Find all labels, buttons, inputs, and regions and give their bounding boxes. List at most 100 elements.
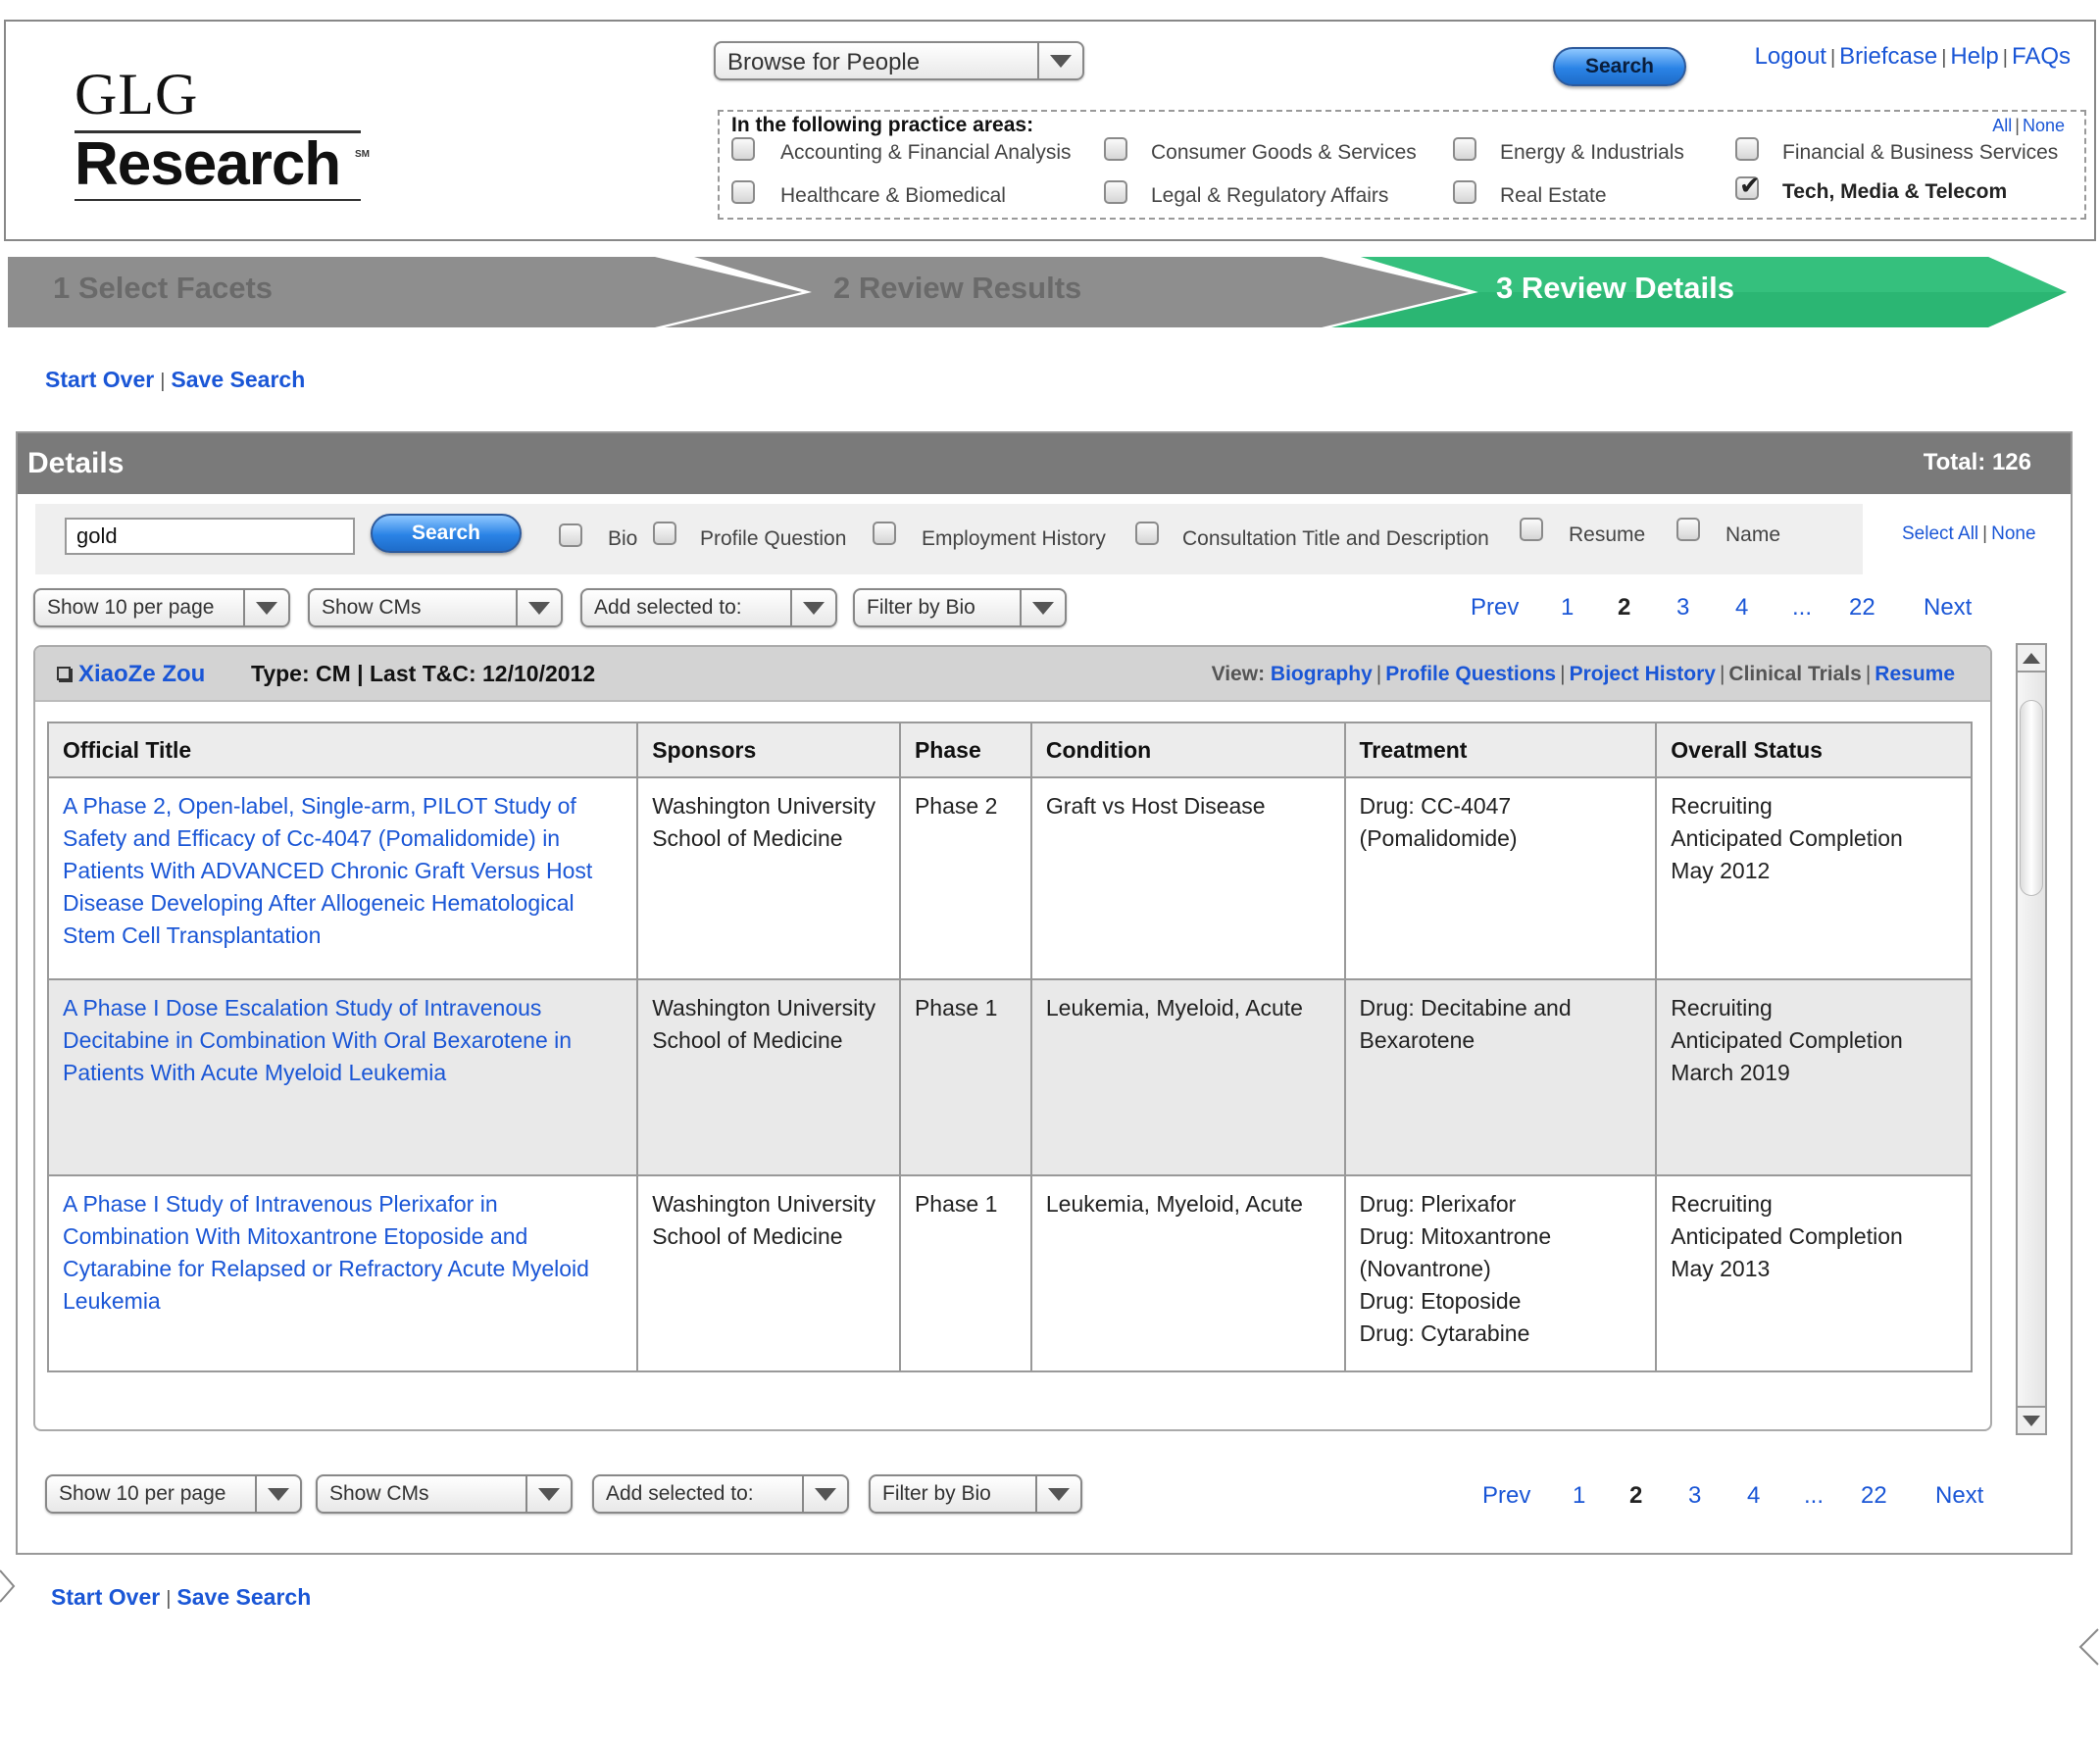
save-search-link-bottom[interactable]: Save Search xyxy=(176,1584,311,1610)
scroll-down-button[interactable] xyxy=(2018,1406,2045,1433)
pager-top-prev[interactable]: Prev xyxy=(1471,594,1519,622)
practice-checkbox-consumer[interactable] xyxy=(1104,137,1127,161)
cell-treatment: Drug: Plerixafor Drug: Mitoxantrone (Nov… xyxy=(1343,1174,1658,1372)
chevron-down-icon xyxy=(525,1476,571,1512)
view-profile-questions-link[interactable]: Profile Questions xyxy=(1385,663,1556,685)
column-header-condition: Condition xyxy=(1029,722,1346,778)
fields-select-all-link[interactable]: Select All xyxy=(1902,523,1978,544)
field-checkbox-consultation[interactable] xyxy=(1135,522,1159,545)
result-name[interactable]: XiaoZe Zou xyxy=(57,661,205,688)
pager-bottom-page-2: 2 xyxy=(1629,1482,1643,1509)
pager-bottom-page-1[interactable]: 1 xyxy=(1573,1482,1585,1510)
show-select-top[interactable]: Show CMs xyxy=(308,588,563,627)
practice-checkbox-accounting[interactable] xyxy=(731,137,755,161)
results-scrollbar[interactable] xyxy=(2016,643,2047,1435)
treatment-line: Drug: CC-4047 xyxy=(1359,793,1512,819)
add-selected-select-bottom[interactable]: Add selected to: xyxy=(592,1474,849,1514)
step-1-select-facets[interactable]: 1 Select Facets xyxy=(53,271,273,306)
practice-checkbox-energy[interactable] xyxy=(1453,137,1476,161)
treatment-line: Bexarotene xyxy=(1359,1027,1475,1053)
header-search-button[interactable]: Search xyxy=(1553,47,1686,86)
view-biography-link[interactable]: Biography xyxy=(1271,663,1373,685)
pager-bottom-page-4[interactable]: 4 xyxy=(1747,1482,1760,1510)
practice-none-link[interactable]: None xyxy=(2023,116,2065,135)
briefcase-link[interactable]: Briefcase xyxy=(1839,43,1937,70)
start-over-link[interactable]: Start Over xyxy=(45,367,154,392)
pager-bottom-prev[interactable]: Prev xyxy=(1482,1482,1530,1510)
start-over-link-bottom[interactable]: Start Over xyxy=(51,1584,160,1610)
details-title: Details xyxy=(27,447,125,479)
pager-top-page-1[interactable]: 1 xyxy=(1561,594,1574,622)
practice-label-energy: Energy & Industrials xyxy=(1500,141,1684,164)
logo-line2: Research xyxy=(75,130,341,198)
pager-bottom-page-3[interactable]: 3 xyxy=(1688,1482,1701,1510)
per-page-select-bottom[interactable]: Show 10 per page xyxy=(45,1474,302,1514)
save-search-link[interactable]: Save Search xyxy=(171,367,305,392)
logo-line1: GLG xyxy=(75,62,199,126)
view-project-history-link[interactable]: Project History xyxy=(1570,663,1716,685)
filter-select-bottom[interactable]: Filter by Bio xyxy=(869,1474,1082,1514)
pager-top-next[interactable]: Next xyxy=(1924,594,1972,622)
faqs-link[interactable]: FAQs xyxy=(2012,43,2071,70)
browse-select[interactable]: Browse for People xyxy=(714,41,1084,80)
per-page-select-top[interactable]: Show 10 per page xyxy=(33,588,290,627)
fields-none-link[interactable]: None xyxy=(1991,523,2035,544)
field-checkbox-bio[interactable] xyxy=(559,523,582,547)
per-page-select-top-value: Show 10 per page xyxy=(47,596,215,619)
pager-bottom-page-22[interactable]: 22 xyxy=(1861,1482,1887,1510)
keyword-search-input[interactable]: gold xyxy=(65,518,355,555)
scroll-thumb[interactable] xyxy=(2020,700,2043,896)
details-total: Total: 126 xyxy=(1923,449,2031,475)
pager-bottom-next[interactable]: Next xyxy=(1935,1482,1983,1510)
cell-phase: Phase 2 xyxy=(898,776,1032,980)
select-checkbox-icon[interactable] xyxy=(57,667,71,680)
pager-top-page-22[interactable]: 22 xyxy=(1849,594,1875,622)
practice-areas-title: In the following practice areas: xyxy=(731,114,1034,136)
view-resume-link[interactable]: Resume xyxy=(1875,663,1955,685)
cell-sponsor: Washington University School of Medicine xyxy=(636,776,901,980)
field-checkbox-profile-question[interactable] xyxy=(653,522,676,545)
step-2-review-results[interactable]: 2 Review Results xyxy=(833,271,1081,306)
filter-select-top[interactable]: Filter by Bio xyxy=(853,588,1067,627)
practice-all-link[interactable]: All xyxy=(1992,116,2012,135)
trial-title-link[interactable]: A Phase 2, Open-label, Single-arm, PILOT… xyxy=(63,793,592,948)
cell-official-title: A Phase I Study of Intravenous Plerixafo… xyxy=(46,1174,639,1372)
view-label: View: xyxy=(1211,663,1266,685)
per-page-select-bottom-value: Show 10 per page xyxy=(59,1482,226,1505)
top-actions: Start Over | Save Search xyxy=(45,367,306,392)
practice-checkbox-healthcare[interactable] xyxy=(731,180,755,204)
practice-checkbox-financial[interactable] xyxy=(1735,137,1759,161)
table-row: A Phase 2, Open-label, Single-arm, PILOT… xyxy=(46,776,1973,980)
view-clinical-trials-current: Clinical Trials xyxy=(1728,663,1862,685)
cell-condition: Leukemia, Myeloid, Acute xyxy=(1029,1174,1346,1372)
practice-label-tech: Tech, Media & Telecom xyxy=(1782,180,2008,203)
logout-link[interactable]: Logout xyxy=(1755,43,1826,70)
scroll-up-button[interactable] xyxy=(2018,645,2045,672)
show-select-bottom[interactable]: Show CMs xyxy=(316,1474,573,1514)
pager-top-page-3[interactable]: 3 xyxy=(1676,594,1689,622)
trial-title-link[interactable]: A Phase I Study of Intravenous Plerixafo… xyxy=(63,1191,589,1314)
practice-label-real-estate: Real Estate xyxy=(1500,184,1607,207)
practice-checkbox-tech[interactable]: ✔ xyxy=(1735,173,1761,200)
add-selected-select-top[interactable]: Add selected to: xyxy=(580,588,837,627)
field-checkbox-name[interactable] xyxy=(1676,518,1700,541)
fields-select-all-none: Select All | None xyxy=(1902,523,2036,544)
arrow-down-icon xyxy=(2023,1415,2040,1426)
field-checkbox-employment-history[interactable] xyxy=(873,522,896,545)
cell-treatment: Drug: Decitabine and Bexarotene xyxy=(1343,978,1658,1176)
logo-service-mark: SM xyxy=(355,149,370,160)
pager-top-page-2: 2 xyxy=(1618,594,1631,621)
result-name-link[interactable]: XiaoZe Zou xyxy=(78,661,205,687)
pager-top-page-4[interactable]: 4 xyxy=(1735,594,1748,622)
keyword-search-button[interactable]: Search xyxy=(371,514,522,553)
field-checkbox-resume[interactable] xyxy=(1520,518,1543,541)
practice-label-consumer: Consumer Goods & Services xyxy=(1151,141,1417,164)
practice-checkbox-real-estate[interactable] xyxy=(1453,180,1476,204)
glg-logo[interactable]: GLG Research SM xyxy=(75,61,370,218)
step-3-review-details[interactable]: 3 Review Details xyxy=(1496,271,1734,306)
treatment-line: (Novantrone) xyxy=(1359,1256,1491,1281)
trial-title-link[interactable]: A Phase I Dose Escalation Study of Intra… xyxy=(63,995,572,1085)
practice-checkbox-legal[interactable] xyxy=(1104,180,1127,204)
help-link[interactable]: Help xyxy=(1950,43,1998,70)
top-links: Logout | Briefcase | Help | FAQs xyxy=(1754,43,2071,70)
